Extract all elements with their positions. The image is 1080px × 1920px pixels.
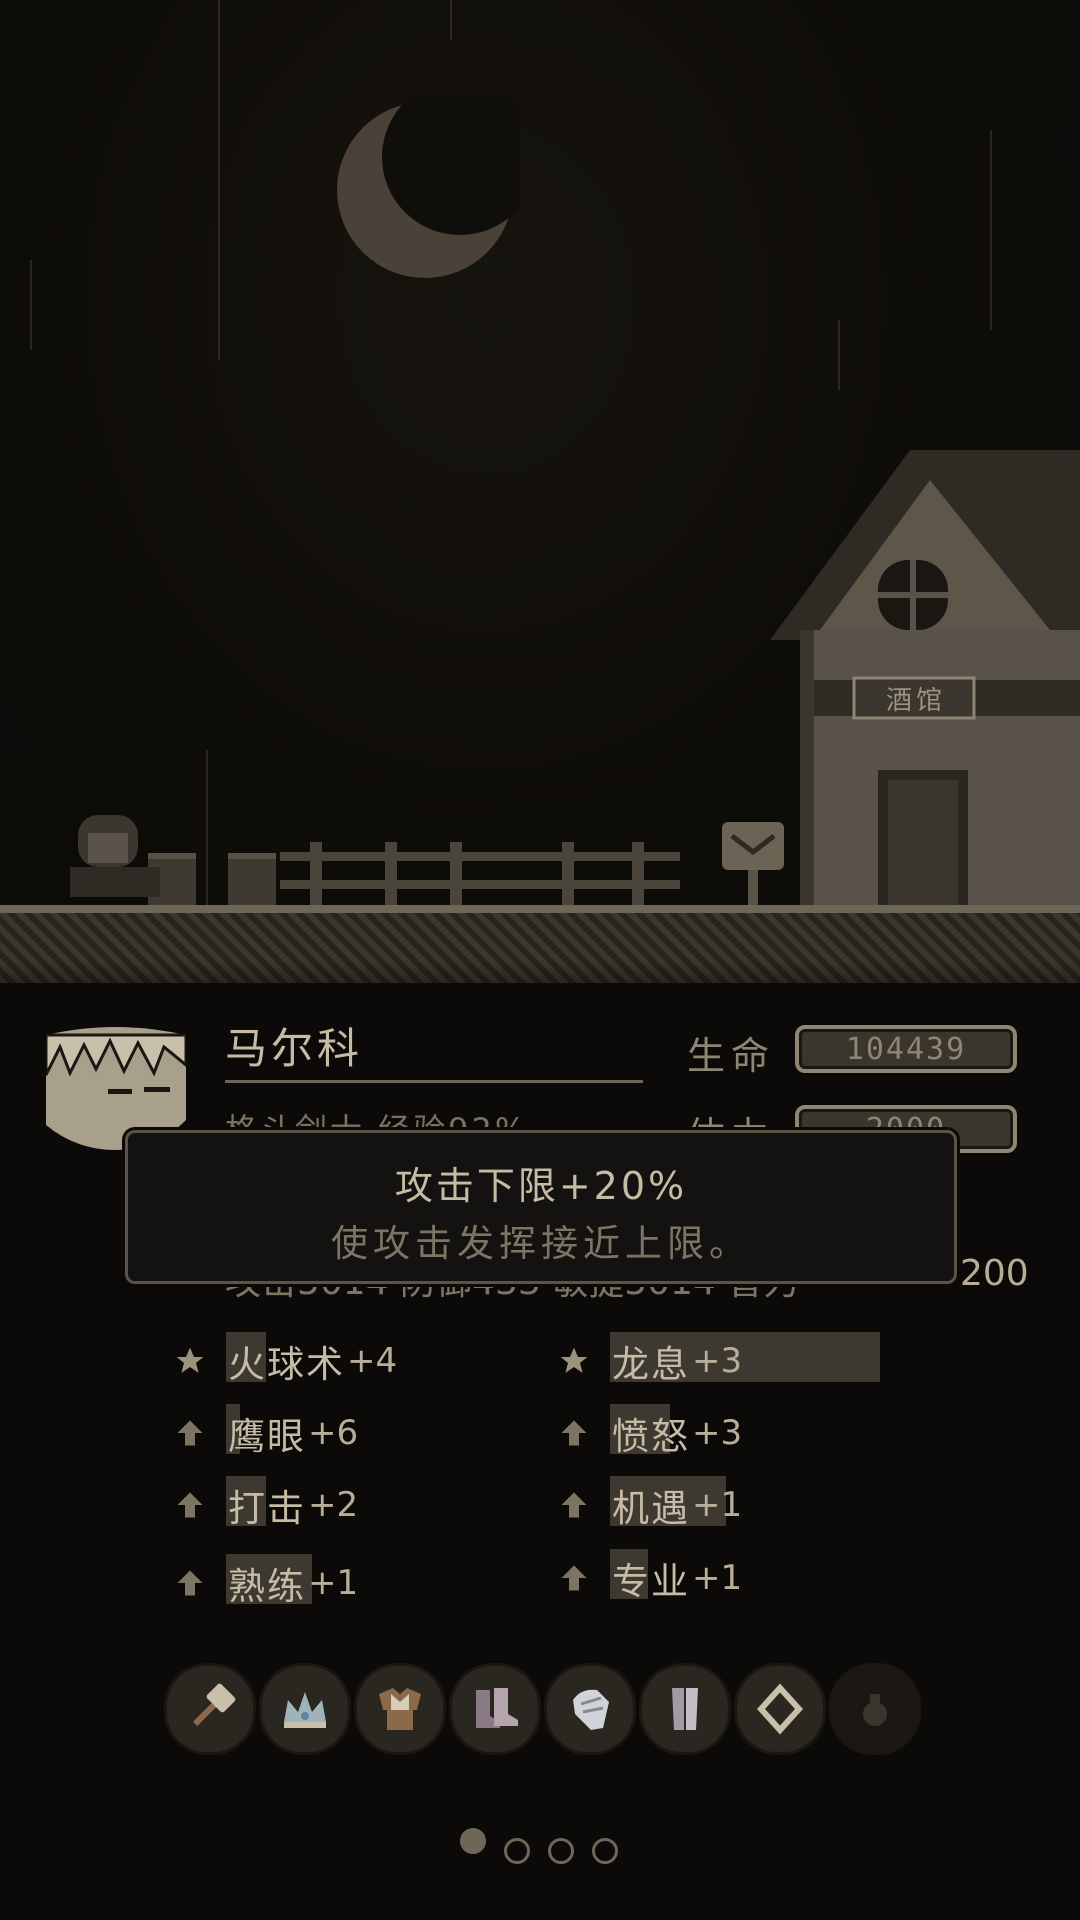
page-dot-4[interactable] [592,1838,618,1864]
arrow-up-icon [556,1560,592,1596]
skill-bonus: +3 [692,1341,743,1381]
tavern-building [770,450,1080,910]
skill-bonus: +6 [308,1413,359,1453]
game-scene: 酒馆 [0,0,1080,1020]
skill-rage[interactable]: 愤怒 +3 [556,1404,743,1458]
skill-dragon-breath[interactable]: 龙息 +3 [556,1332,880,1386]
arrow-up-icon [556,1415,592,1451]
skill-proficiency[interactable]: 熟练 +1 [172,1554,359,1608]
skill-bonus: +2 [308,1485,359,1525]
skill-name: 火球术 [226,1332,347,1388]
rain-streak [450,0,452,40]
skill-name: 熟练 [226,1554,312,1610]
skill-name: 打击 [226,1476,308,1532]
star-icon [172,1343,208,1379]
arrow-up-icon [172,1415,208,1451]
skill-bonus: +1 [692,1558,743,1598]
arrow-up-icon [172,1565,208,1601]
equip-slot-head[interactable] [259,1663,351,1755]
empty-slot-icon [863,1694,887,1726]
hammer-icon [193,1683,236,1726]
skill-tooltip: 攻击下限+20% 使攻击发挥接近上限。 [125,1130,957,1284]
rain-streak [30,260,32,350]
arrow-up-icon [556,1487,592,1523]
ring-icon [756,1683,804,1735]
gauntlet-icon [573,1689,609,1730]
hp-label: 生命 [687,1034,776,1078]
hp-value: 104439 [845,1031,967,1067]
skill-name: 专业 [610,1549,692,1605]
moon-icon [337,95,520,278]
fence-rail [280,880,680,889]
skill-bonus: +1 [308,1563,359,1603]
rain-streak [206,750,208,910]
tooltip-title: 攻击下限+20% [394,1164,688,1208]
equip-slot-legs[interactable] [639,1663,731,1755]
name-underline [225,1080,643,1083]
page-dot-1[interactable] [460,1828,486,1854]
crown-icon [284,1692,326,1728]
ground-fade [0,960,1080,1020]
skill-name: 龙息 [610,1332,880,1388]
page-dot-2[interactable] [504,1838,530,1864]
skill-bonus: +3 [692,1413,743,1453]
intelligence-value: 200 [960,1253,1029,1294]
equip-slot-feet[interactable] [449,1663,541,1755]
equip-slot-accessory[interactable] [734,1663,826,1755]
skill-expertise[interactable]: 专业 +1 [556,1549,743,1603]
character-name: 马尔科 [225,1024,364,1073]
ground-edge [0,905,1080,913]
arrow-up-icon [172,1487,208,1523]
rain-streak [990,130,992,330]
tavern-sign-text: 酒馆 [885,686,946,716]
hp-value-box: 104439 [795,1025,1017,1073]
fence-rail [280,852,680,861]
skill-opportunity[interactable]: 机遇 +1 [556,1476,743,1530]
barrel [228,853,276,911]
leg-armor-icon [672,1688,698,1730]
equip-slot-hands[interactable] [544,1663,636,1755]
skill-bonus: +1 [692,1485,743,1525]
hero-sprite [70,815,160,897]
skill-name: 机遇 [610,1476,726,1532]
skill-name: 鹰眼 [226,1404,308,1460]
rain-streak [218,0,220,360]
skill-eagle-eye[interactable]: 鹰眼 +6 [172,1404,359,1458]
star-icon [556,1343,592,1379]
chest-armor-icon [379,1688,421,1730]
equip-slot-weapon[interactable] [164,1663,256,1755]
page-dot-3[interactable] [548,1838,574,1864]
skill-fireball[interactable]: 火球术 +4 [172,1332,398,1386]
skill-strike[interactable]: 打击 +2 [172,1476,359,1530]
rain-streak [838,320,840,390]
boots-icon [476,1688,518,1728]
equip-slot-body[interactable] [354,1663,446,1755]
skill-name: 愤怒 [610,1404,692,1460]
equip-slot-empty[interactable] [829,1663,921,1755]
skill-bonus: +4 [347,1341,398,1381]
tooltip-description: 使攻击发挥接近上限。 [331,1222,751,1265]
